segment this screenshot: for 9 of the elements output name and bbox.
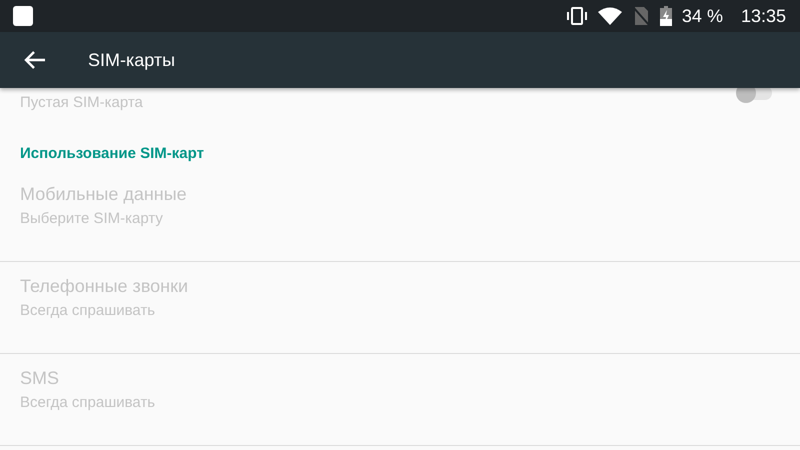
battery-percent: 34 % <box>682 6 723 26</box>
toolbar-title: SIM-карты <box>88 50 176 70</box>
notification-icon <box>12 5 34 27</box>
sim-switch[interactable] <box>738 88 772 100</box>
wifi-icon <box>598 7 622 25</box>
battery-charging-icon <box>660 6 672 26</box>
vibrate-icon <box>566 6 588 26</box>
section-header: Использование SIM-карт <box>19 144 205 164</box>
clock-time: 13:35 <box>740 6 786 26</box>
